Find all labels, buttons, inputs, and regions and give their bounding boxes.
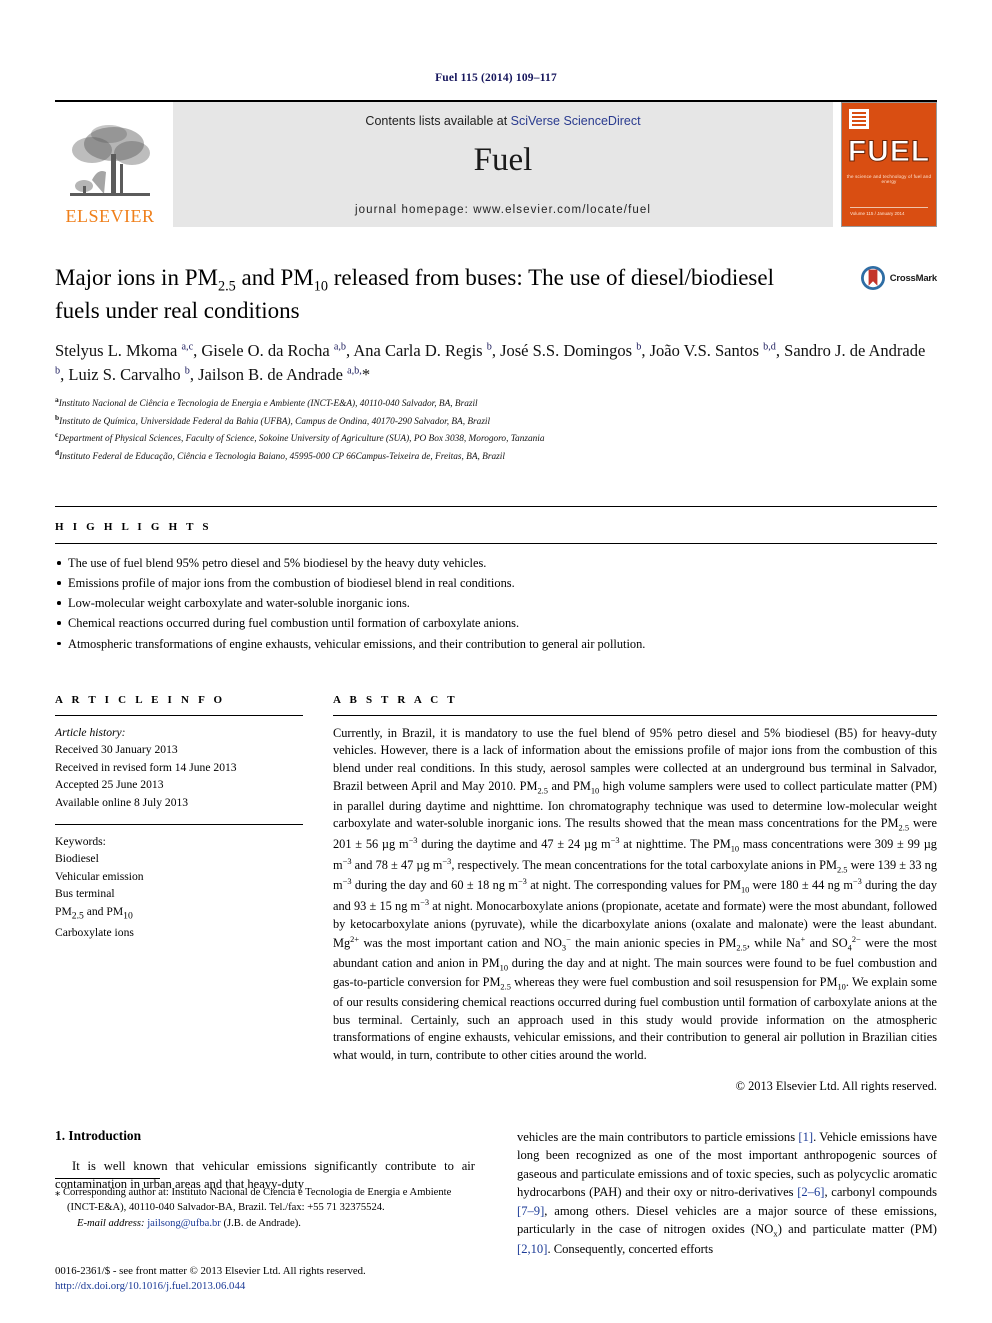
affiliation-item: dInstituto Federal de Educação, Ciência … <box>55 447 937 465</box>
keyword-item: Vehicular emission <box>55 869 144 883</box>
elsevier-logo: ELSEVIER <box>55 102 165 227</box>
crossmark-icon <box>860 266 885 290</box>
abstract-heading-row: A B S T R A C T <box>333 690 937 715</box>
abstract-text: Currently, in Brazil, it is mandatory to… <box>333 725 938 1063</box>
keyword-item: Biodiesel <box>55 852 99 866</box>
footnote-block: ⁎ Corresponding author at: Instituto Nac… <box>55 1177 475 1231</box>
info-abstract-section: A R T I C L E I N F O Article history: R… <box>55 690 937 1094</box>
elsevier-wordmark: ELSEVIER <box>65 206 155 226</box>
email-note: E-mail address: jailsong@ufba.br (J.B. d… <box>55 1216 475 1231</box>
title-sub-1: 2.5 <box>217 278 236 295</box>
abstract-heading: A B S T R A C T <box>333 693 458 706</box>
article-history-label: Article history: <box>55 725 126 739</box>
title-part-1: Major ions in PM <box>55 265 218 290</box>
section-heading-introduction: 1. Introduction <box>55 1128 142 1144</box>
journal-homepage[interactable]: journal homepage: www.elsevier.com/locat… <box>173 204 833 216</box>
article-history-block: Article history: Received 30 January 201… <box>55 716 303 812</box>
imprint-block: 0016-2361/$ - see front matter © 2013 El… <box>55 1264 366 1295</box>
corresponding-author-note: ⁎ Corresponding author at: Instituto Nac… <box>55 1186 452 1214</box>
history-item: Accepted 25 June 2013 <box>55 778 164 792</box>
history-item: Received 30 January 2013 <box>55 743 178 757</box>
keyword-item: Bus terminal <box>55 887 115 901</box>
article-info-heading-row: A R T I C L E I N F O <box>55 690 303 715</box>
highlights-heading: H I G H L I G H T S <box>55 521 212 534</box>
journal-masthead: ELSEVIER Contents lists available at Sci… <box>55 100 937 227</box>
doi-link[interactable]: http://dx.doi.org/10.1016/j.fuel.2013.06… <box>55 1279 366 1295</box>
cover-elsevier-mark <box>849 109 869 129</box>
affiliation-text: Instituto de Química, Universidade Feder… <box>59 416 491 427</box>
highlights-list: The use of fuel blend 95% petro diesel a… <box>55 544 937 653</box>
crossmark-label: CrossMark <box>889 272 938 284</box>
author-list: Stelyus L. Mkoma a,c, Gisele O. da Rocha… <box>55 341 926 384</box>
history-item: Available online 8 July 2013 <box>55 796 189 810</box>
journal-cover-thumbnail: FUEL the science and technology of fuel … <box>841 102 937 227</box>
introduction-paragraph-right: vehicles are the main contributors to pa… <box>517 1130 938 1256</box>
title-block: CrossMark Major ions in PM2.5 and PM10 r… <box>55 263 937 464</box>
email-owner: (J.B. de Andrade). <box>223 1217 301 1229</box>
title-sub-2: 10 <box>313 278 328 295</box>
list-item: Chemical reactions occurred during fuel … <box>55 613 937 633</box>
email-link[interactable]: jailsong@ufba.br <box>147 1218 221 1229</box>
cover-journal-title: FUEL <box>847 135 931 168</box>
elsevier-tree-icon <box>70 125 150 196</box>
masthead-center-panel: Contents lists available at SciVerse Sci… <box>173 102 833 227</box>
highlights-section: H I G H L I G H T S The use of fuel blen… <box>55 506 937 653</box>
issn-line: 0016-2361/$ - see front matter © 2013 El… <box>55 1264 366 1277</box>
journal-article-page: Fuel 115 (2014) 109–117 ELSEVIER Content… <box>0 0 992 1323</box>
crossmark-badge[interactable]: CrossMark <box>860 265 937 291</box>
affiliation-item: aInstituto Nacional de Ciência e Tecnolo… <box>55 394 937 412</box>
cover-volume-info: Volume 115 / January 2014 <box>850 207 928 216</box>
affiliation-list: aInstituto Nacional de Ciência e Tecnolo… <box>55 394 937 464</box>
abstract-column: A B S T R A C T Currently, in Brazil, it… <box>333 690 937 1094</box>
title-part-2: and PM <box>235 265 314 290</box>
list-item: Low-molecular weight carboxylate and wat… <box>55 593 937 613</box>
cover-journal-subtitle: the science and technology of fuel and e… <box>846 174 932 184</box>
history-item: Received in revised form 14 June 2013 <box>55 760 237 774</box>
list-item: Atmospheric transformations of engine ex… <box>55 634 937 654</box>
article-info-heading: A R T I C L E I N F O <box>55 693 226 706</box>
article-info-column: A R T I C L E I N F O Article history: R… <box>55 690 303 1094</box>
email-label: E-mail address: <box>77 1217 145 1229</box>
affiliation-item: cDepartment of Physical Sciences, Facult… <box>55 429 937 447</box>
keyword-item: PM2.5 and PM10 <box>55 905 133 922</box>
keywords-block: Keywords: Biodiesel Vehicular emission B… <box>55 825 303 942</box>
affiliation-item: bInstituto de Química, Universidade Fede… <box>55 412 937 430</box>
list-item: The use of fuel blend 95% petro diesel a… <box>55 553 937 573</box>
footnote-rule <box>55 1177 160 1179</box>
highlights-heading-row: H I G H L I G H T S <box>55 507 937 543</box>
list-item: Emissions profile of major ions from the… <box>55 573 937 593</box>
running-head: Fuel 115 (2014) 109–117 <box>435 72 557 84</box>
keywords-label: Keywords: <box>55 834 106 848</box>
copyright-line: © 2013 Elsevier Ltd. All rights reserved… <box>735 1079 937 1094</box>
keyword-item: Carboxylate ions <box>55 926 134 940</box>
page-title: Major ions in PM2.5 and PM10 released fr… <box>55 263 937 325</box>
affiliation-text: Instituto Nacional de Ciência e Tecnolog… <box>58 399 478 410</box>
affiliation-text: Department of Physical Sciences, Faculty… <box>58 434 545 445</box>
contents-prefix: Contents lists available at <box>365 114 511 128</box>
affiliation-text: Instituto Federal de Educação, Ciência e… <box>59 451 505 462</box>
contents-line: Contents lists available at SciVerse Sci… <box>365 114 640 128</box>
body-column-right: vehicles are the main contributors to pa… <box>517 1128 937 1258</box>
journal-title: Fuel <box>473 142 533 178</box>
sciencedirect-link[interactable]: SciVerse ScienceDirect <box>511 114 641 128</box>
